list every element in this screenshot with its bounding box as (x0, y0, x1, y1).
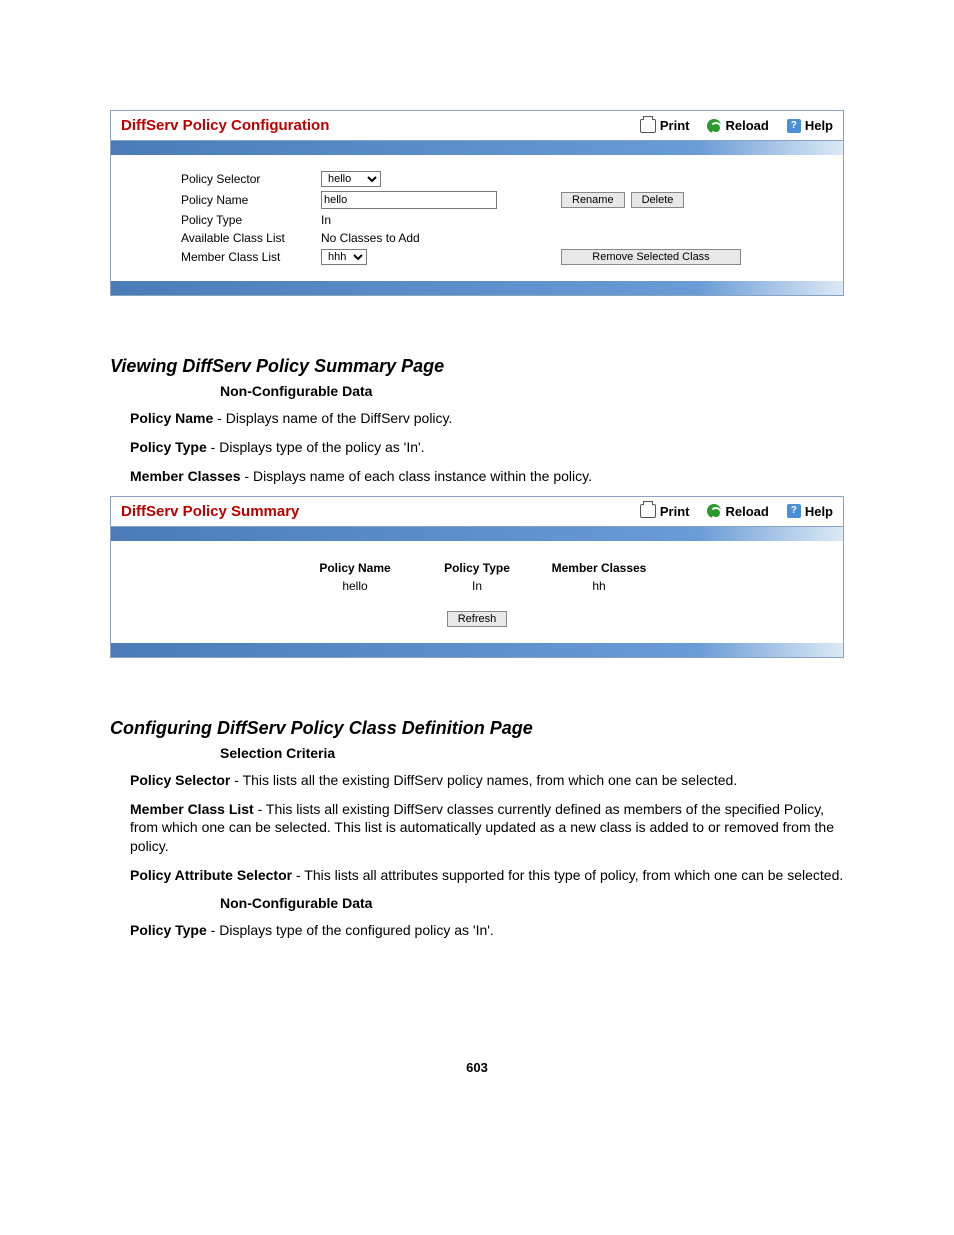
section-title-configuring: Configuring DiffServ Policy Class Defini… (110, 718, 844, 739)
reload-icon (707, 119, 721, 133)
table-row: hello In hh (294, 577, 660, 595)
reload-link[interactable]: Reload (707, 504, 768, 519)
print-link[interactable]: Print (640, 118, 690, 133)
col-policy-name: Policy Name (294, 559, 416, 577)
help-link[interactable]: ? Help (787, 118, 833, 133)
col-policy-type: Policy Type (416, 559, 538, 577)
panel-header: DiffServ Policy Summary Print Reload ? H… (111, 497, 843, 527)
print-label: Print (660, 118, 690, 133)
delete-button[interactable]: Delete (631, 192, 685, 208)
panel-title: DiffServ Policy Configuration (121, 117, 640, 134)
page-number: 603 (110, 1060, 844, 1075)
reload-link[interactable]: Reload (707, 118, 768, 133)
policy-name-label: Policy Name (181, 193, 321, 207)
policy-type-label: Policy Type (181, 213, 321, 227)
refresh-button[interactable]: Refresh (447, 611, 508, 627)
available-class-list-value: No Classes to Add (321, 231, 420, 245)
separator-bar (111, 527, 843, 541)
remove-selected-class-button[interactable]: Remove Selected Class (561, 249, 741, 265)
policy-name-input[interactable] (321, 191, 497, 209)
panel-header: DiffServ Policy Configuration Print Relo… (111, 111, 843, 141)
desc-policy-name: Policy Name - Displays name of the DiffS… (130, 409, 844, 428)
cell-member-classes: hh (538, 577, 660, 595)
table-header-row: Policy Name Policy Type Member Classes (294, 559, 660, 577)
col-member-classes: Member Classes (538, 559, 660, 577)
print-label: Print (660, 504, 690, 519)
desc-member-classes: Member Classes - Displays name of each c… (130, 467, 844, 486)
separator-bar (111, 141, 843, 155)
diffserv-summary-panel: DiffServ Policy Summary Print Reload ? H… (110, 496, 844, 658)
desc-policy-attribute-selector: Policy Attribute Selector - This lists a… (130, 866, 844, 885)
sub-heading-noncfg: Non-Configurable Data (220, 383, 844, 399)
desc-policy-type2: Policy Type - Displays type of the confi… (130, 921, 844, 940)
policy-type-value: In (321, 213, 331, 227)
summary-body: Policy Name Policy Type Member Classes h… (111, 541, 843, 643)
policy-selector-select[interactable]: hello (321, 171, 381, 187)
reload-icon (707, 504, 721, 518)
help-icon: ? (787, 504, 801, 518)
reload-label: Reload (725, 504, 768, 519)
cell-policy-type: In (416, 577, 538, 595)
policy-selector-label: Policy Selector (181, 172, 321, 186)
member-class-list-label: Member Class List (181, 250, 321, 264)
panel-body: Policy Selector hello Policy Name Rename… (111, 155, 843, 281)
section-title-viewing: Viewing DiffServ Policy Summary Page (110, 356, 844, 377)
sub-heading-selection: Selection Criteria (220, 745, 844, 761)
help-icon: ? (787, 119, 801, 133)
panel-title: DiffServ Policy Summary (121, 503, 640, 520)
separator-bar-bottom (111, 281, 843, 295)
rename-button[interactable]: Rename (561, 192, 625, 208)
print-link[interactable]: Print (640, 504, 690, 519)
summary-table: Policy Name Policy Type Member Classes h… (294, 559, 660, 595)
sub-heading-noncfg2: Non-Configurable Data (220, 895, 844, 911)
reload-label: Reload (725, 118, 768, 133)
desc-policy-type: Policy Type - Displays type of the polic… (130, 438, 844, 457)
available-class-list-label: Available Class List (181, 231, 321, 245)
desc-policy-selector: Policy Selector - This lists all the exi… (130, 771, 844, 790)
desc-member-class-list: Member Class List - This lists all exist… (130, 800, 844, 857)
help-label: Help (805, 504, 833, 519)
diffserv-config-panel: DiffServ Policy Configuration Print Relo… (110, 110, 844, 296)
print-icon (640, 119, 656, 133)
help-label: Help (805, 118, 833, 133)
print-icon (640, 504, 656, 518)
cell-policy-name: hello (294, 577, 416, 595)
help-link[interactable]: ? Help (787, 504, 833, 519)
separator-bar-bottom (111, 643, 843, 657)
member-class-list-select[interactable]: hhh (321, 249, 367, 265)
